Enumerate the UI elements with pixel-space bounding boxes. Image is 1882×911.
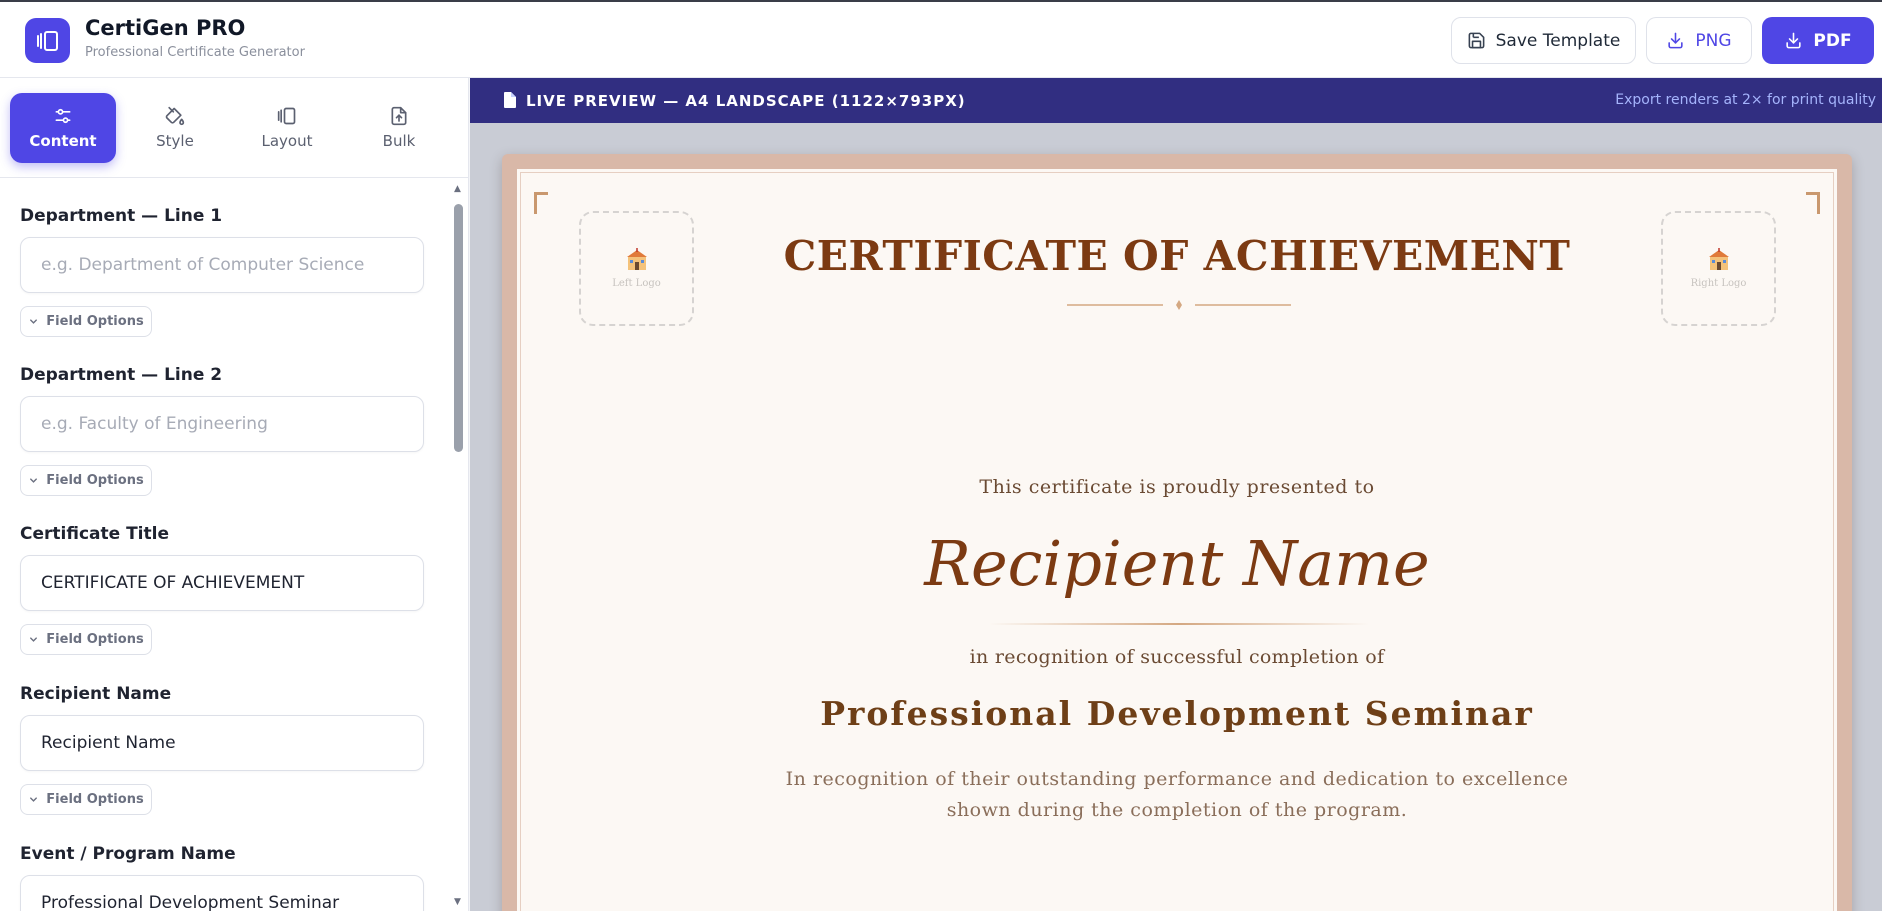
content-form: Department — Line 1 e.g. Department of C… [0,178,450,911]
recipient-name-options-button[interactable]: Field Options [20,784,152,815]
certificate-title: CERTIFICATE OF ACHIEVEMENT [783,232,1571,280]
title-divider [1067,300,1291,310]
sliders-icon [55,108,71,124]
presented-to-text: This certificate is proudly presented to [979,476,1375,498]
scroll-thumb[interactable] [454,204,463,452]
layout-icon [277,107,296,125]
download-icon [1668,32,1684,49]
sidebar-scrollbar[interactable]: ▲ ▼ [452,178,466,911]
scroll-up-arrow[interactable]: ▲ [454,184,461,194]
tab-layout[interactable]: Layout [234,93,340,163]
save-template-label: Save Template [1495,30,1621,51]
chevron-down-icon [30,319,38,324]
field-options-label: Field Options [46,473,144,488]
app-subtitle: Professional Certificate Generator [85,45,305,60]
save-template-button[interactable]: Save Template [1451,17,1636,64]
corner-ornament-right [1806,192,1820,214]
document-icon [504,92,516,108]
certificate-title-input[interactable]: CERTIFICATE OF ACHIEVEMENT [20,555,424,611]
recipient-name-text: Recipient Name [924,527,1430,600]
department-line2-options-button[interactable]: Field Options [20,465,152,496]
chevron-down-icon [30,478,38,483]
export-quality-note: Export renders at 2× for print quality [1615,92,1876,108]
description-text: In recognition of their outstanding perf… [785,768,1569,821]
certificate-title-label: Certificate Title [20,524,169,544]
department-line1-options-button[interactable]: Field Options [20,306,152,337]
paint-bucket-icon [165,106,185,126]
tab-layout-label: Layout [261,132,313,150]
tab-bulk-label: Bulk [382,132,416,150]
field-options-label: Field Options [46,792,144,807]
file-upload-icon [391,106,407,126]
tab-style-label: Style [156,132,194,150]
preview-area: LIVE PREVIEW — A4 LANDSCAPE (1122×793PX)… [470,78,1882,911]
recognition-text: in recognition of successful completion … [969,646,1385,668]
department-line1-label: Department — Line 1 [20,206,223,226]
app-header: CertiGen PRO Professional Certificate Ge… [0,0,1882,78]
certificate-title-options-button[interactable]: Field Options [20,624,152,655]
event-name-input[interactable]: Professional Development Seminar [20,875,424,911]
export-pdf-label: PDF [1813,30,1852,51]
department-line1-input[interactable]: e.g. Department of Computer Science [20,237,424,293]
field-options-label: Field Options [46,632,144,647]
event-name-label: Event / Program Name [20,844,236,864]
app-logo [25,18,70,63]
department-line2-label: Department — Line 2 [20,365,223,385]
department-line2-input[interactable]: e.g. Faculty of Engineering [20,396,424,452]
preview-title: LIVE PREVIEW — A4 LANDSCAPE (1122×793PX) [526,92,966,110]
recipient-underline [989,623,1369,625]
tab-bulk[interactable]: Bulk [346,93,452,163]
recipient-name-label: Recipient Name [20,684,172,704]
export-png-button[interactable]: PNG [1646,17,1752,64]
chevron-down-icon [30,797,38,802]
download-icon [1786,32,1802,49]
export-pdf-button[interactable]: PDF [1762,17,1874,64]
event-name-text: Professional Development Seminar [820,694,1534,733]
preview-toolbar: LIVE PREVIEW — A4 LANDSCAPE (1122×793PX)… [470,78,1882,123]
editor-sidebar: Content Style Layout Bulk Department — L… [0,78,469,911]
app-title: CertiGen PRO [85,16,246,40]
tab-style[interactable]: Style [122,93,228,163]
save-icon [1468,32,1485,49]
chevron-down-icon [30,637,38,642]
export-png-label: PNG [1695,30,1732,51]
layout-icon [36,30,58,51]
tab-content-label: Content [29,132,97,150]
corner-ornament-left [534,192,548,214]
tab-content[interactable]: Content [10,93,116,163]
editor-tabs: Content Style Layout Bulk [0,78,469,178]
field-options-label: Field Options [46,314,144,329]
certificate-canvas[interactable]: Left Logo Right Logo CERTIFICATE OF ACHI… [502,154,1852,911]
recipient-name-input[interactable]: Recipient Name [20,715,424,771]
scroll-down-arrow[interactable]: ▼ [454,897,461,907]
